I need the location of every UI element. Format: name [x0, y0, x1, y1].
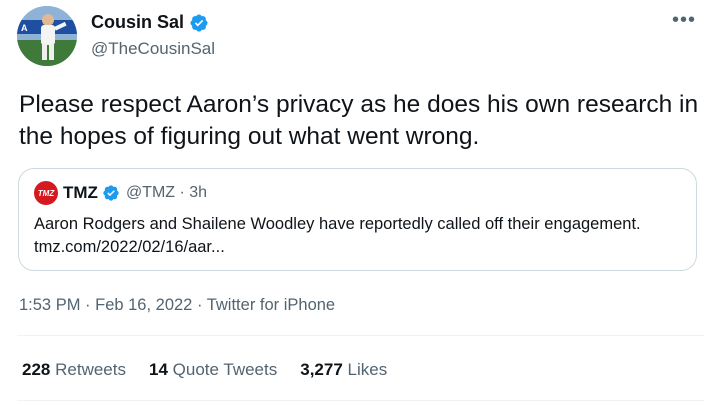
quote-tweets-label: Quote Tweets	[172, 360, 278, 379]
retweets-stat[interactable]: 228 Retweets	[22, 360, 126, 380]
likes-count: 3,277	[300, 360, 343, 379]
quoted-tweet-text: Aaron Rodgers and Shailene Woodley have …	[34, 215, 641, 256]
quoted-tweet-header: TMZ TMZ @TMZ · 3h	[34, 181, 207, 205]
retweets-count: 228	[22, 360, 51, 379]
tweet-stats: 228 Retweets 14 Quote Tweets 3,277 Likes	[22, 360, 410, 380]
avatar-image: A	[17, 6, 77, 66]
quote-tweets-stat[interactable]: 14 Quote Tweets	[149, 360, 277, 380]
author-name[interactable]: Cousin Sal	[91, 12, 184, 33]
quote-tweets-count: 14	[148, 360, 168, 379]
likes-label: Likes	[347, 360, 388, 379]
svg-text:A: A	[21, 23, 28, 33]
quoted-author-handle-time: @TMZ · 3h	[125, 184, 208, 201]
tweet-timestamp-source[interactable]: 1:53 PM · Feb 16, 2022 · Twitter for iPh…	[19, 296, 335, 315]
more-horizontal-icon[interactable]: •••	[672, 10, 696, 30]
tweet-text: Please respect Aaron’s privacy as he doe…	[19, 91, 699, 150]
quoted-tweet[interactable]: TMZ TMZ @TMZ · 3h Aaron Rodgers and Shai…	[18, 168, 697, 271]
likes-stat[interactable]: 3,277 Likes	[300, 360, 387, 380]
tweet-author: Cousin Sal @TheCousinSal	[91, 12, 215, 59]
quoted-author-name: TMZ	[63, 183, 98, 202]
verified-badge-icon	[190, 13, 208, 32]
tmz-avatar: TMZ	[34, 181, 58, 205]
divider	[17, 335, 704, 336]
divider	[17, 400, 704, 401]
avatar[interactable]: A	[17, 6, 77, 66]
verified-badge-icon	[103, 185, 119, 201]
author-handle[interactable]: @TheCousinSal	[91, 39, 215, 59]
retweets-label: Retweets	[55, 360, 126, 379]
tmz-logo-text: TMZ	[37, 188, 55, 198]
